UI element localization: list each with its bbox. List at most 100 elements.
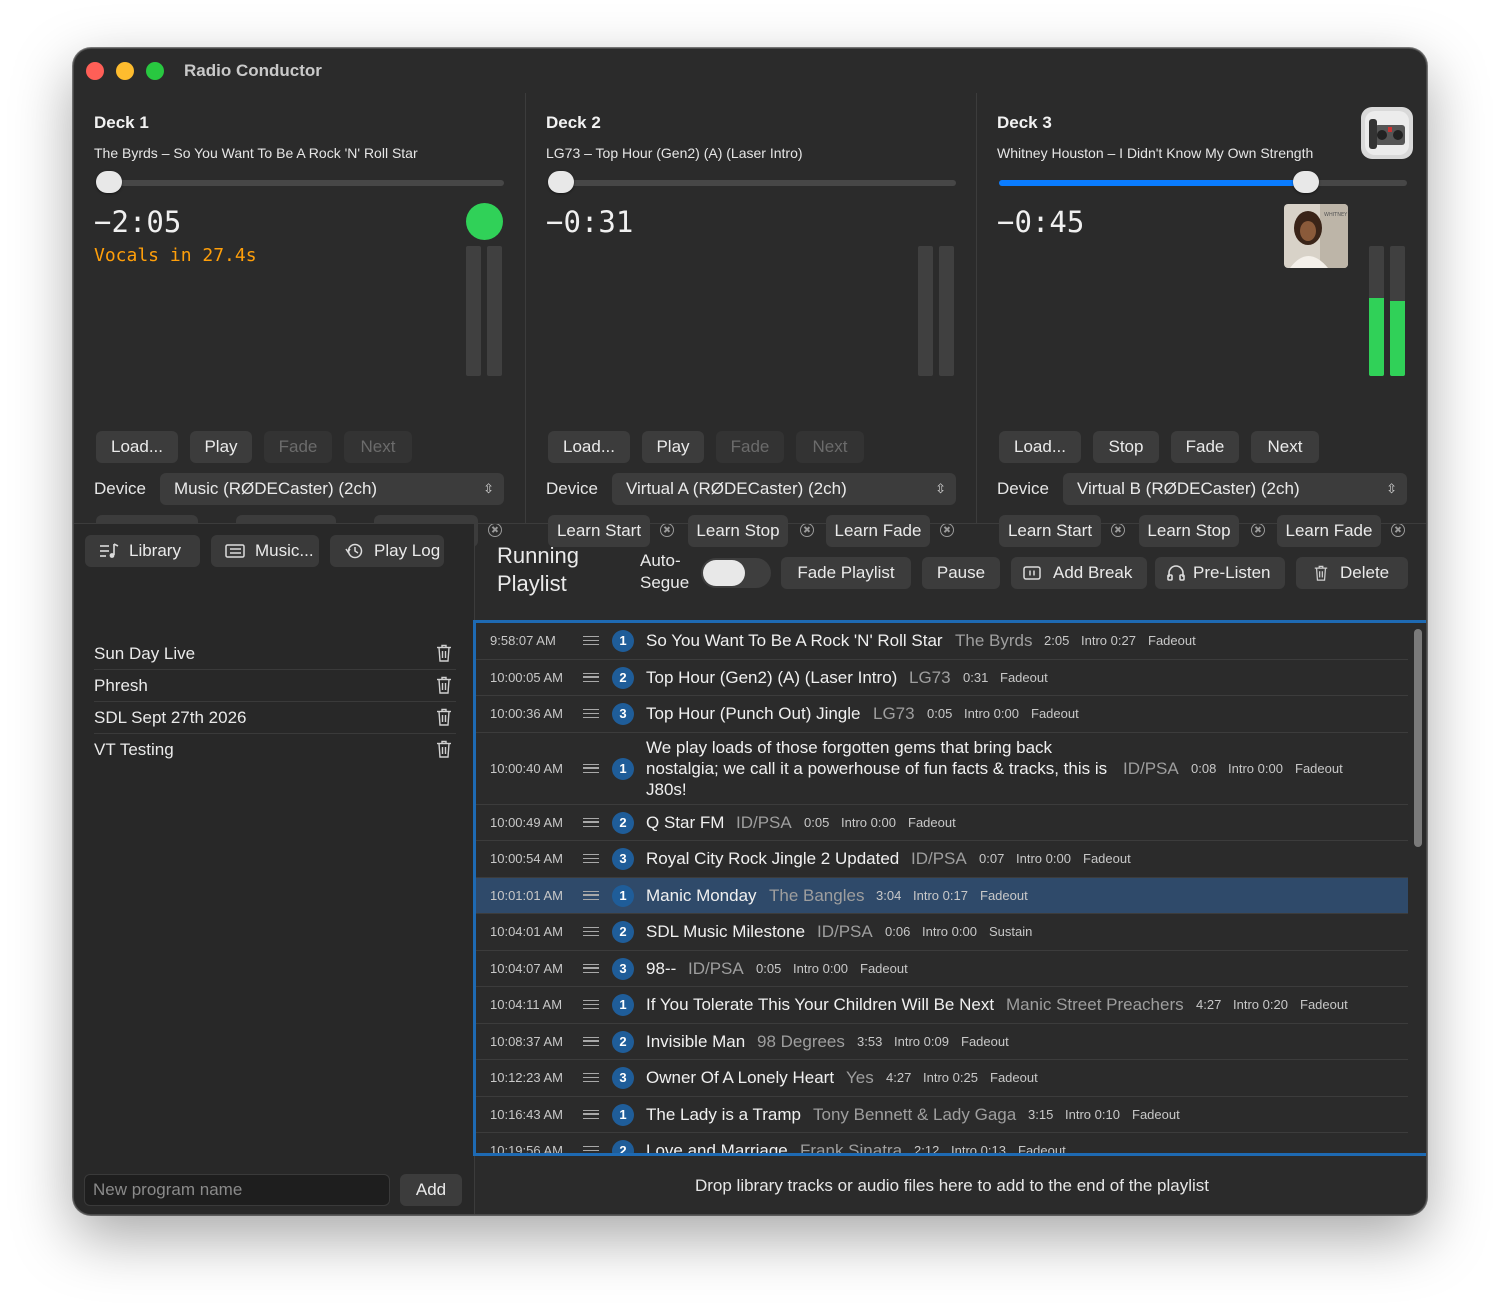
new-program-input[interactable]: New program name [84,1174,390,1206]
drag-handle-icon[interactable] [583,1109,599,1119]
program-item[interactable]: VT Testing [94,734,456,766]
drag-handle-icon[interactable] [583,672,599,682]
next-button[interactable]: Next [796,431,864,463]
playlist-row[interactable]: 9:58:07 AM 1 So You Want To Be A Rock 'N' … [476,623,1408,660]
level-meter-left [466,246,481,376]
playlist-row[interactable]: 10:12:23 AM 3 Owner Of A Lonely Heart Yes 4:… [476,1060,1408,1097]
drag-handle-icon[interactable] [583,927,599,937]
boombox-icon [1365,111,1409,155]
deck-position-slider[interactable] [548,171,956,193]
trash-icon[interactable] [436,644,452,662]
load-button[interactable]: Load... [999,431,1081,463]
playlist-row[interactable]: 10:01:01 AM 1 Manic Monday The Bangles 3:04 I… [476,877,1408,914]
playlist-row[interactable]: 10:04:01 AM 2 SDL Music Milestone ID/PSA 0:0… [476,914,1408,951]
load-button[interactable]: Load... [96,431,178,463]
drag-handle-icon[interactable] [583,817,599,827]
playlist-row[interactable]: 10:04:11 AM 1 If You Tolerate This Your Ch… [476,987,1408,1024]
load-button[interactable]: Load... [548,431,630,463]
device-label: Device [997,479,1049,498]
album-art-lettering: WHITNEY [1324,212,1348,218]
row-intro: Intro 0:27 [1081,633,1136,649]
pre-listen-button[interactable]: Pre-Listen [1155,557,1285,589]
autosegue-toggle[interactable] [701,558,771,588]
row-time: 9:58:07 AM [490,633,556,649]
playlist-row[interactable]: 10:00:40 AM 1 We play loads of those forgo… [476,733,1408,805]
row-title: If You Tolerate This Your Children Will … [646,995,995,1015]
playlist-row[interactable]: 10:00:49 AM 2 Q Star FM ID/PSA 0:05 Intro 0:0… [476,805,1408,841]
row-end-mode: Fadeout [860,960,908,976]
trash-icon[interactable] [436,740,452,758]
add-break-button[interactable]: Add Break [1011,557,1147,589]
fade-button[interactable]: Fade [1171,431,1239,463]
playlist-row[interactable]: 10:19:56 AM 2 Love and Marriage Frank Sinat… [476,1133,1408,1156]
deck-number-badge: 1 [612,630,634,653]
deck-number-badge: 3 [612,1067,634,1090]
next-button[interactable]: Next [1251,431,1319,463]
drag-handle-icon[interactable] [583,890,599,900]
drag-handle-icon[interactable] [583,763,599,773]
drag-handle-icon[interactable] [583,854,599,864]
playlist-table[interactable]: 10:19:56 AM 2 Love and Marriage Frank Sinat… [473,620,1426,1156]
tab-music[interactable]: Music... [211,535,319,567]
program-item[interactable]: SDL Sept 27th 2026 [94,702,456,734]
playlist-row[interactable]: 10:08:37 AM 2 Invisible Man 98 Degrees 3:53 I… [476,1024,1408,1060]
deck-position-slider[interactable] [999,171,1407,193]
window-title: Radio Conductor [184,61,322,80]
slider-knob[interactable] [96,171,122,193]
drag-handle-icon[interactable] [583,1073,599,1083]
program-item[interactable]: Sun Day Live [94,638,456,670]
pause-button[interactable]: Pause [922,557,1000,589]
drag-handle-icon[interactable] [583,1036,599,1046]
slider-knob[interactable] [548,171,574,193]
drag-handle-icon[interactable] [583,709,599,719]
fade-button[interactable]: Fade [716,431,784,463]
minimize-button[interactable] [116,62,134,80]
tab-play-log[interactable]: Play Log [330,535,444,567]
next-button[interactable]: Next [344,431,412,463]
playlist-title: Running Playlist [497,543,579,596]
device-select[interactable]: Virtual B (RØDECaster) (2ch) ⇳ [1063,473,1407,505]
row-artist: 98 Degrees [757,1031,845,1051]
drag-handle-icon[interactable] [583,636,599,646]
tab-label: Play Log [374,541,441,560]
deck-position-slider[interactable] [96,171,504,193]
row-intro: Intro 0:00 [922,924,977,940]
fade-button[interactable]: Fade [264,431,332,463]
drag-handle-icon[interactable] [583,1146,599,1153]
drag-handle-icon[interactable] [583,963,599,973]
stop-button[interactable]: Stop [1093,431,1159,463]
fade-playlist-button[interactable]: Fade Playlist [781,557,911,589]
row-time: 10:04:11 AM [490,997,563,1013]
device-select[interactable]: Virtual A (RØDECaster) (2ch) ⇳ [612,473,956,505]
deck-number-badge: 2 [612,811,634,834]
playlist-row[interactable]: 10:00:36 AM 3 Top Hour (Punch Out) Jingle L… [476,696,1408,733]
program-item[interactable]: Phresh [94,670,456,702]
device-select[interactable]: Music (RØDECaster) (2ch) ⇳ [160,473,504,505]
play-button[interactable]: Play [190,431,252,463]
row-end-mode: Fadeout [980,887,1028,903]
delete-button[interactable]: Delete [1296,557,1408,589]
trash-icon[interactable] [436,708,452,726]
scrollbar[interactable] [1414,629,1422,847]
playlist-row[interactable]: 10:00:54 AM 3 Royal City Rock Jingle 2 Upd… [476,841,1408,878]
slider-knob[interactable] [1293,171,1320,193]
add-program-button[interactable]: Add [400,1174,462,1206]
playlist-row[interactable]: 10:04:07 AM 3 98-- ID/PSA 0:05 Intro 0:00 Fade… [476,951,1408,987]
row-time: 10:00:36 AM [490,706,563,722]
drag-handle-icon[interactable] [583,1000,599,1010]
deck-number-badge: 2 [612,921,634,944]
play-button[interactable]: Play [642,431,704,463]
row-time: 10:16:43 AM [490,1106,563,1122]
close-button[interactable] [86,62,104,80]
playlist-row[interactable]: 10:00:05 AM 2 Top Hour (Gen2) (A) (Laser I… [476,660,1408,696]
playlist-row[interactable]: 10:16:43 AM 1 The Lady is a Tramp Tony Benn… [476,1097,1408,1133]
row-intro: Intro 0:13 [951,1143,1006,1156]
level-meter-right [487,246,502,376]
zoom-button[interactable] [146,62,164,80]
tab-library[interactable]: Library [85,535,200,567]
row-length: 0:06 [885,924,911,940]
trash-icon[interactable] [436,676,452,694]
deck-number-badge: 1 [612,757,634,780]
row-artist: ID/PSA [1123,758,1179,778]
row-intro: Intro 0:00 [1016,851,1071,867]
